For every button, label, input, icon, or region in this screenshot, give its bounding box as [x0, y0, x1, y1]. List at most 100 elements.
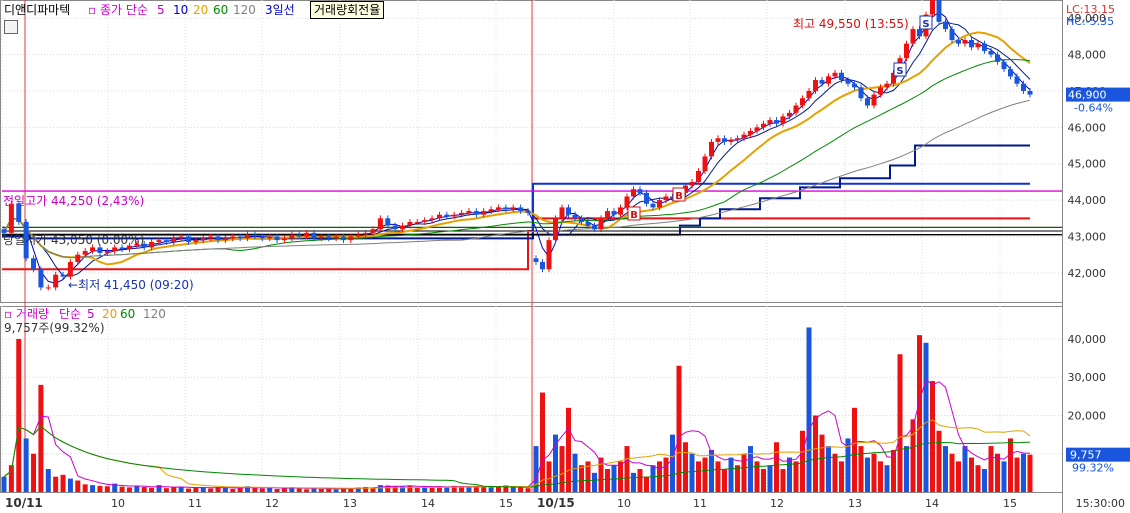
candle [237, 236, 243, 239]
volume-bar [709, 449, 714, 492]
price-tick-label: 42,000 [1068, 267, 1107, 280]
volume-bar [793, 461, 799, 492]
volume-bar [637, 469, 643, 492]
volume-bar [566, 407, 571, 492]
volume-bar [878, 461, 883, 492]
volume-bar [481, 487, 487, 492]
candle [149, 241, 155, 248]
volume-bar [696, 461, 701, 492]
indicator-tooltip: 거래량회전율 [310, 1, 385, 19]
buy-signal-marker-label: B [630, 210, 638, 221]
volume-bar [722, 469, 727, 492]
candle [60, 274, 66, 277]
volume-bar [67, 478, 73, 492]
volume-bar [982, 469, 987, 492]
candle [230, 236, 236, 239]
candle [540, 261, 545, 270]
volume-bar [134, 485, 140, 492]
volume-bar [200, 487, 206, 492]
candle [473, 211, 479, 215]
volume-bar [663, 457, 669, 492]
volume-bar [407, 485, 413, 492]
candle [754, 127, 760, 131]
time-tick-label: 12 [265, 497, 279, 510]
candle [466, 211, 472, 213]
volume-bar [689, 453, 695, 492]
price-tick-label: 44,000 [1068, 194, 1107, 207]
candle [605, 211, 610, 219]
volume-bar [104, 486, 110, 492]
candle [31, 258, 37, 270]
volume-bar [813, 415, 818, 492]
volume-bar [949, 453, 955, 492]
volume-bar [525, 488, 531, 492]
candle [878, 87, 883, 95]
volume-bar [858, 446, 864, 492]
volume-ma-period: 5 [87, 307, 95, 321]
volume-bar [988, 446, 994, 492]
candle [385, 218, 391, 226]
volume-bar [230, 488, 236, 492]
candle [481, 211, 487, 215]
volume-bar [735, 465, 740, 492]
candle [451, 214, 457, 217]
candle [82, 251, 88, 255]
candle [222, 238, 228, 241]
volume-tick-label: 20,000 [1068, 409, 1107, 422]
volume-bar [969, 457, 974, 492]
candle [884, 83, 890, 88]
grid-toggle-icon[interactable] [4, 20, 18, 34]
candle [1008, 69, 1013, 77]
time-tick-label: 11 [693, 497, 707, 510]
volume-bar [618, 461, 623, 492]
volume-bar [592, 472, 597, 492]
candle [119, 247, 125, 250]
volume-bar [572, 453, 578, 492]
candle [715, 138, 721, 142]
volume-bar [31, 453, 37, 492]
candle [592, 225, 597, 230]
candle [657, 200, 662, 208]
candle [186, 236, 192, 242]
candle [800, 98, 805, 106]
time-tick-label: 11 [188, 497, 202, 510]
volume-bar [38, 384, 44, 492]
candle [215, 236, 221, 241]
candle [90, 247, 96, 252]
volume-bar [774, 442, 779, 492]
volume-bar [650, 465, 656, 492]
candle [904, 43, 909, 59]
hc-readout: HC:-5.35 [1066, 15, 1114, 28]
volume-bar [318, 488, 324, 492]
volume-bar [333, 489, 339, 492]
candle [333, 236, 339, 239]
candle [45, 287, 51, 289]
candle [852, 83, 857, 88]
candle [839, 72, 844, 81]
volume-legend-title: ▫ 거래량 [4, 307, 49, 321]
volume-bar [826, 446, 831, 492]
candle [722, 138, 727, 142]
prev-high-annotation: 전일고가 44,250 (2,43%) [3, 194, 144, 208]
candle [559, 207, 565, 219]
candle [163, 240, 169, 242]
volume-bar [728, 457, 734, 492]
volume-bar [839, 461, 844, 492]
volume-ma-period: 120 [143, 307, 166, 321]
candle [728, 140, 734, 142]
candle [200, 238, 206, 241]
volume-bar [787, 457, 792, 492]
candle [208, 236, 214, 239]
volume-bar [917, 335, 922, 492]
time-readout: 15:30:00 [1076, 497, 1125, 510]
candle [318, 236, 324, 239]
candle [525, 211, 531, 213]
volume-bar [871, 453, 877, 492]
time-tick-label: 15 [499, 497, 513, 510]
ma-legend-period: 60 [213, 3, 228, 17]
time-tick-label: 10 [111, 497, 125, 510]
volume-bar [252, 487, 258, 492]
volume-bar [884, 465, 890, 492]
candle [995, 54, 1000, 62]
price-volume-chart: 42,00043,00044,00045,00046,00047,00048,0… [0, 0, 1130, 513]
